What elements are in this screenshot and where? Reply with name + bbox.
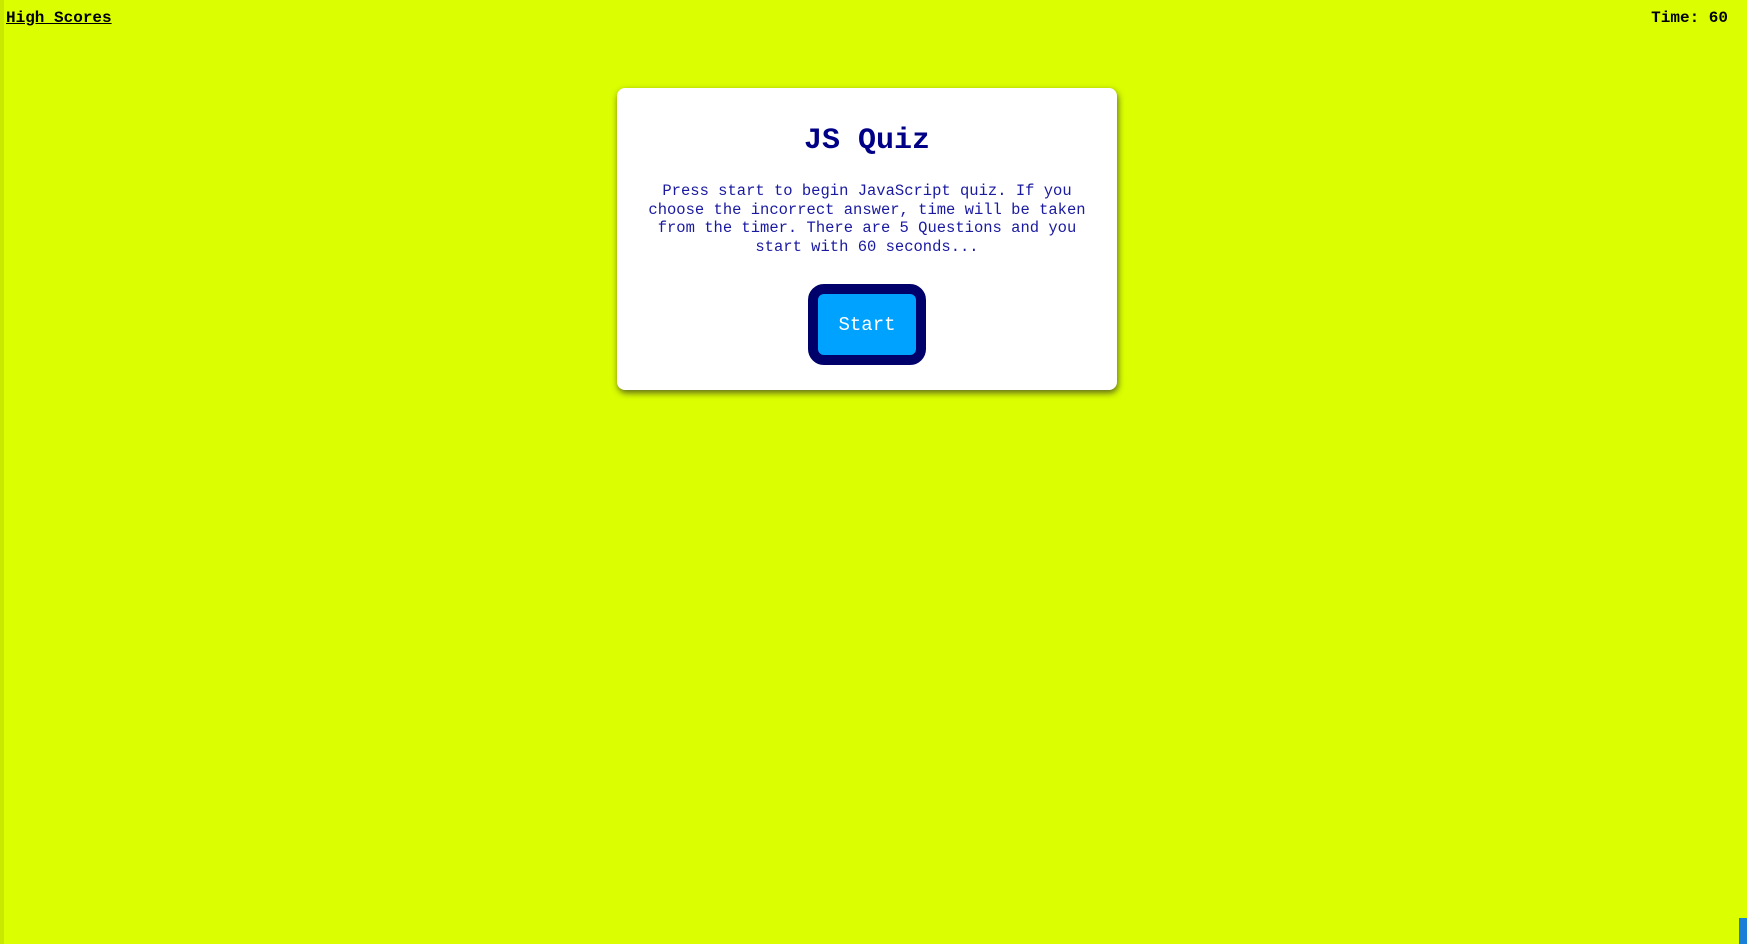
start-button-label: Start — [838, 313, 896, 336]
timer-display: Time: 60 — [1651, 9, 1728, 27]
quiz-title: JS Quiz — [803, 124, 931, 158]
quiz-description: Press start to begin JavaScript quiz. If… — [648, 182, 1086, 256]
scrollbar-thumb[interactable] — [1739, 918, 1747, 944]
start-button[interactable]: Start — [808, 284, 926, 365]
timer-value: 60 — [1708, 9, 1728, 27]
high-scores-link[interactable]: High Scores — [6, 9, 112, 27]
quiz-intro-card: JS Quiz Press start to begin JavaScript … — [617, 88, 1117, 390]
page-left-edge — [0, 0, 4, 944]
timer-label: Time: — [1651, 9, 1700, 27]
